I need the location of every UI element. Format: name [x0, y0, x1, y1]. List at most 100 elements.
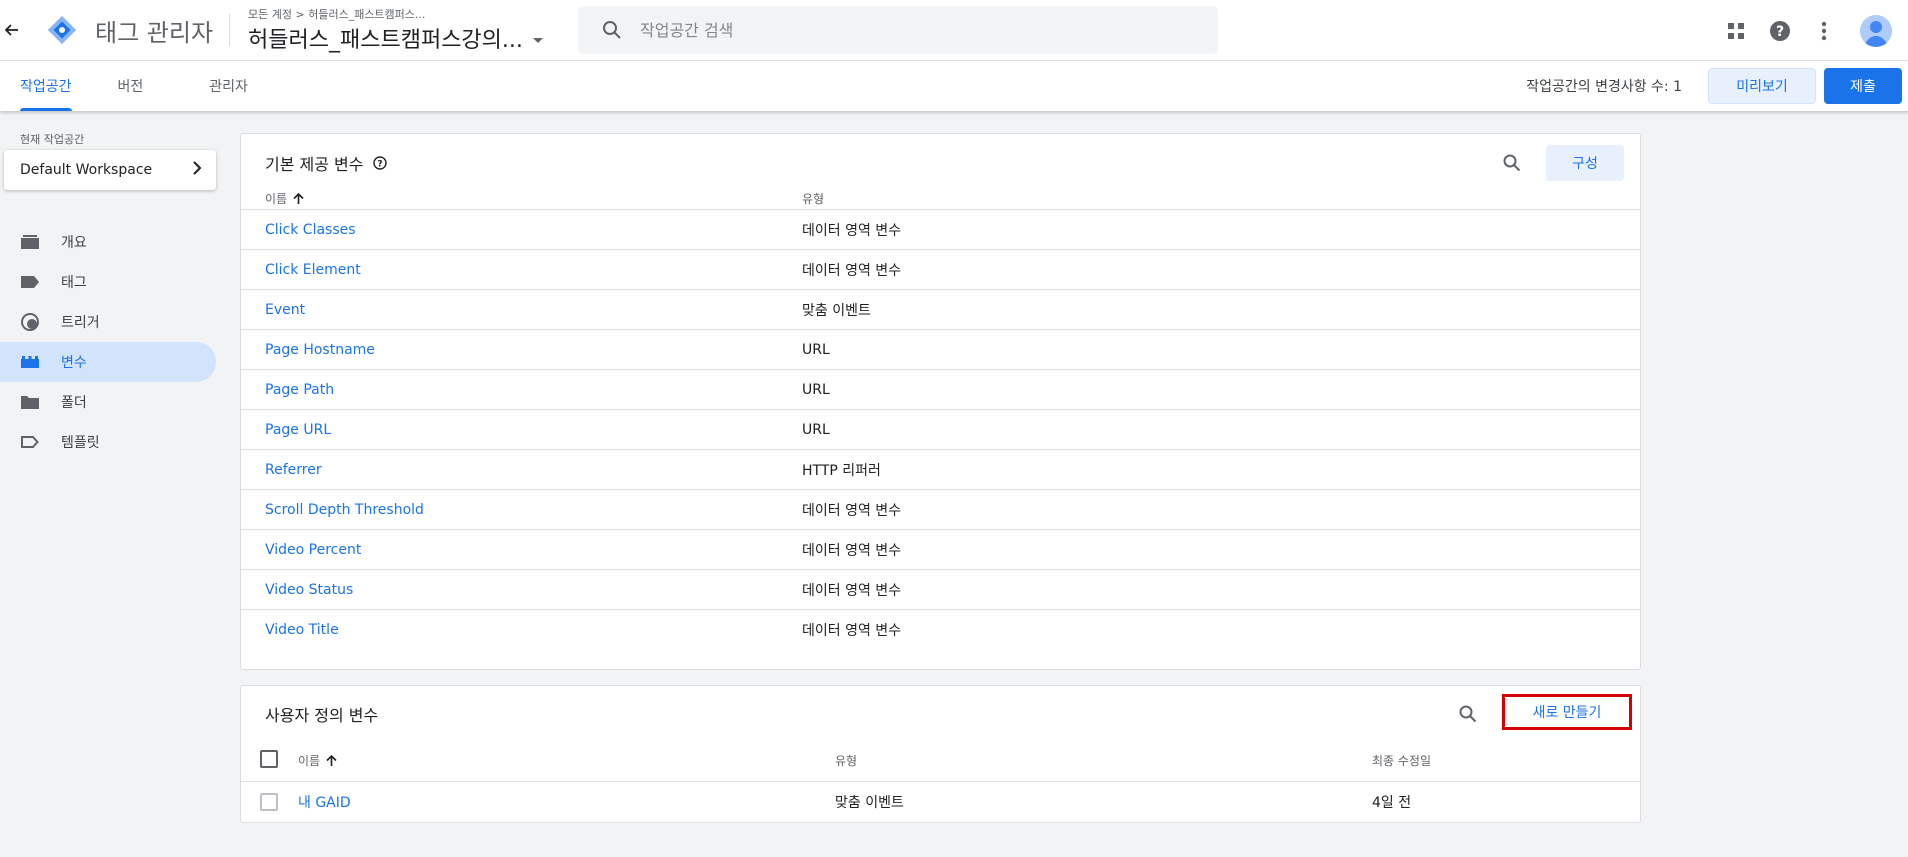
submit-button[interactable]: 제출 — [1824, 68, 1902, 104]
variable-name-link[interactable]: Page Path — [265, 382, 334, 398]
builtin-variables-title: 기본 제공 변수 ? — [265, 151, 388, 175]
table-row[interactable]: Video Title 데이터 영역 변수 — [241, 609, 1640, 649]
variable-type: 데이터 영역 변수 — [802, 542, 902, 559]
container-selector[interactable]: 모든 계정 > 허들러스_패스트캠퍼스... 허들러스_패스트캠퍼스강의... — [248, 6, 543, 54]
workspace-search[interactable] — [578, 6, 1218, 54]
variable-name-link[interactable]: Video Status — [265, 582, 353, 598]
variable-type: URL — [802, 421, 830, 438]
table-row[interactable]: Video Percent 데이터 영역 변수 — [241, 529, 1640, 569]
header-divider — [229, 14, 231, 46]
back-arrow-icon[interactable] — [0, 0, 24, 61]
sidebar-item-templates[interactable]: 템플릿 — [0, 422, 216, 462]
sidebar-item-label: 태그 — [61, 275, 87, 291]
column-header-name[interactable]: 이름 — [298, 752, 338, 769]
sidebar-item-label: 개요 — [61, 235, 87, 251]
chevron-down-icon[interactable] — [532, 37, 543, 43]
sidebar-item-label: 변수 — [61, 355, 87, 371]
sidebar-item-folders[interactable]: 폴더 — [0, 382, 216, 422]
select-all-checkbox[interactable] — [260, 750, 278, 768]
new-variable-button[interactable]: 새로 만들기 — [1502, 694, 1632, 730]
table-row[interactable]: Scroll Depth Threshold 데이터 영역 변수 — [241, 489, 1640, 529]
configure-button[interactable]: 구성 — [1546, 145, 1624, 181]
sidebar-item-overview[interactable]: 개요 — [0, 222, 216, 262]
container-name[interactable]: 허들러스_패스트캠퍼스강의... — [248, 22, 523, 54]
sidebar-nav: 개요 태그 트리거 변수 폴더 템플릿 — [0, 222, 230, 462]
workspace-changes-count: 작업공간의 변경사항 수: 1 — [1526, 79, 1682, 95]
table-row[interactable]: Click Classes 데이터 영역 변수 — [241, 209, 1640, 249]
variable-name-link[interactable]: Video Percent — [265, 542, 361, 558]
help-icon[interactable]: ? — [1768, 19, 1792, 43]
column-header-label: 이름 — [265, 192, 288, 206]
top-app-bar: 태그 관리자 모든 계정 > 허들러스_패스트캠퍼스... 허들러스_패스트캠퍼… — [0, 0, 1908, 61]
variable-name-link[interactable]: Click Classes — [265, 222, 356, 238]
column-header-type: 유형 — [802, 192, 825, 206]
variable-name-link[interactable]: Click Element — [265, 262, 361, 278]
variable-name-link[interactable]: Page URL — [265, 422, 331, 438]
breadcrumb[interactable]: 모든 계정 > 허들러스_패스트캠퍼스... — [248, 6, 543, 22]
sidebar-item-tags[interactable]: 태그 — [0, 262, 216, 302]
table-row[interactable]: 내 GAID 맞춤 이벤트 4일 전 — [241, 781, 1640, 821]
column-header-name[interactable]: 이름 — [265, 190, 305, 207]
variable-name-link[interactable]: Referrer — [265, 462, 322, 478]
variable-type: 데이터 영역 변수 — [802, 222, 902, 239]
table-row[interactable]: Page Path URL — [241, 369, 1640, 409]
template-icon — [20, 432, 40, 452]
table-row[interactable]: Referrer HTTP 리퍼러 — [241, 449, 1640, 489]
tab-admin[interactable]: 관리자 — [209, 61, 248, 111]
tag-icon — [20, 272, 40, 292]
variable-name-link[interactable]: Video Title — [265, 622, 339, 638]
more-vert-icon[interactable] — [1812, 19, 1836, 43]
sidebar-item-label: 템플릿 — [61, 435, 100, 451]
builtin-variables-list: Click Classes 데이터 영역 변수 Click Element 데이터 … — [241, 209, 1640, 649]
column-header-label: 이름 — [298, 754, 321, 768]
variables-icon — [20, 352, 40, 372]
variable-type: 데이터 영역 변수 — [802, 582, 902, 599]
variable-type: 데이터 영역 변수 — [802, 262, 902, 279]
variable-type: 데이터 영역 변수 — [802, 622, 902, 639]
variable-type: URL — [802, 381, 830, 398]
variable-name-link[interactable]: 내 GAID — [298, 792, 351, 812]
row-checkbox[interactable] — [260, 792, 278, 811]
workspace-selector[interactable]: Default Workspace — [4, 150, 216, 190]
arrow-up-icon — [326, 754, 338, 767]
sidebar-item-label: 트리거 — [61, 315, 100, 331]
product-name: 태그 관리자 — [95, 18, 214, 47]
column-header-type: 유형 — [835, 754, 858, 768]
current-workspace-label: 현재 작업공간 — [20, 133, 85, 146]
tab-workspace[interactable]: 작업공간 — [20, 61, 72, 111]
tab-versions[interactable]: 버전 — [118, 61, 144, 111]
arrow-up-icon — [293, 192, 305, 205]
search-input[interactable] — [640, 20, 1200, 40]
user-defined-variables-card: 사용자 정의 변수 새로 만들기 이름 유형 최종 수정일 내 GAID 맞춤 … — [240, 685, 1641, 823]
preview-button[interactable]: 미리보기 — [1708, 68, 1816, 104]
variable-name-link[interactable]: Event — [265, 302, 305, 318]
search-icon — [602, 20, 622, 40]
svg-text:?: ? — [377, 160, 382, 170]
sidebar-item-variables[interactable]: 변수 — [0, 342, 216, 382]
apps-grid-icon[interactable] — [1724, 19, 1748, 43]
table-row[interactable]: Page Hostname URL — [241, 329, 1640, 369]
table-row[interactable]: Page URL URL — [241, 409, 1640, 449]
svg-text:?: ? — [1776, 24, 1784, 40]
search-icon[interactable] — [1500, 151, 1524, 175]
variable-type: 맞춤 이벤트 — [802, 302, 871, 319]
table-row[interactable]: Video Status 데이터 영역 변수 — [241, 569, 1640, 609]
sidebar-item-triggers[interactable]: 트리거 — [0, 302, 216, 342]
trigger-icon — [20, 312, 40, 332]
variable-type: URL — [802, 341, 830, 358]
folder-icon — [20, 392, 40, 412]
builtin-variables-card: 기본 제공 변수 ? 구성 이름 유형 Click Classes 데이터 영역 … — [240, 133, 1641, 670]
variable-name-link[interactable]: Page Hostname — [265, 342, 375, 358]
overview-icon — [20, 232, 40, 252]
column-header-modified: 최종 수정일 — [1372, 754, 1432, 768]
account-avatar[interactable] — [1860, 14, 1892, 47]
search-icon[interactable] — [1456, 702, 1480, 726]
sidebar: 현재 작업공간 Default Workspace 개요 태그 트리거 변수 폴… — [0, 111, 230, 857]
table-row[interactable]: Click Element 데이터 영역 변수 — [241, 249, 1640, 289]
help-circle-icon[interactable]: ? — [372, 155, 388, 171]
table-row[interactable]: Event 맞춤 이벤트 — [241, 289, 1640, 329]
variable-type: 맞춤 이벤트 — [835, 794, 904, 811]
variable-name-link[interactable]: Scroll Depth Threshold — [265, 502, 424, 518]
user-defined-variables-title: 사용자 정의 변수 — [265, 706, 379, 725]
tag-manager-logo-icon[interactable] — [42, 10, 82, 50]
